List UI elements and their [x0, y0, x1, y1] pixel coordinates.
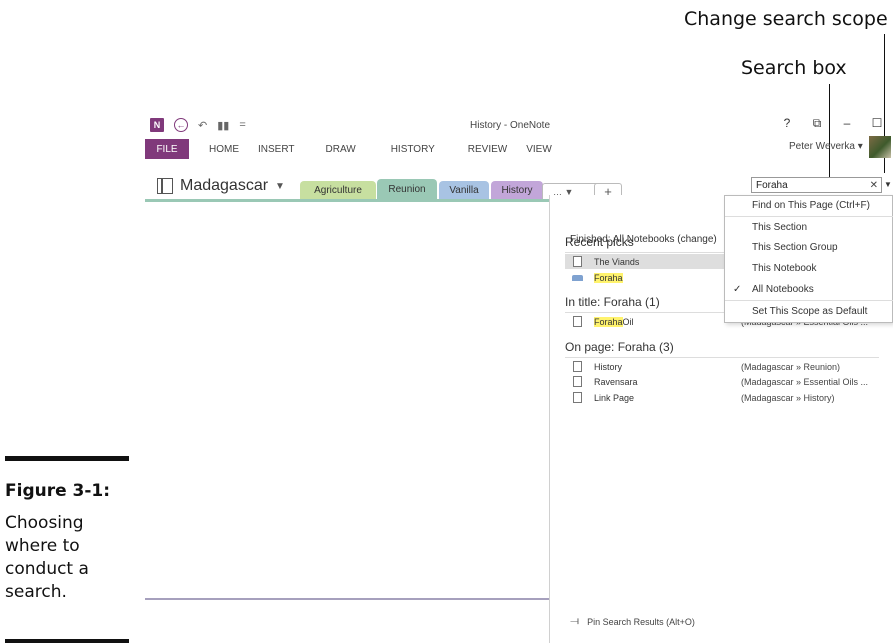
on-page-heading: On page: Foraha (3) — [565, 340, 674, 354]
menu-item-set-default-scope[interactable]: Set This Scope as Default — [752, 306, 867, 317]
callout-line-search-box — [829, 84, 830, 188]
notebook-name: Madagascar — [180, 177, 269, 194]
tab-home[interactable]: HOME — [189, 144, 254, 155]
result-title: History — [594, 361, 623, 372]
result-path: (Madagascar » Essential Oils ... — [741, 376, 869, 387]
callout-change-search-scope: Change search scope — [684, 8, 888, 30]
menu-item-this-section[interactable]: This Section — [752, 222, 807, 233]
pin-label: Pin Search Results (Alt+O) — [587, 616, 695, 627]
result-row[interactable]: Ravensara (Madagascar » Essential Oils .… — [565, 374, 879, 389]
undo-icon[interactable]: ↶ — [198, 119, 207, 132]
search-input-value: Foraha — [756, 179, 788, 191]
tab-review[interactable]: REVIEW — [450, 144, 522, 155]
customize-toolbar-icon[interactable]: = — [239, 119, 245, 131]
result-row[interactable]: History (Madagascar » Reunion) — [565, 359, 879, 374]
onenote-logo-icon: N — [150, 118, 164, 132]
menu-item-this-notebook[interactable]: This Notebook — [752, 263, 816, 274]
in-title-heading: In title: Foraha (1) — [565, 295, 660, 309]
page-top-border — [145, 199, 549, 202]
window-controls: ? ⧉ – ☐ ✕ — [780, 116, 893, 131]
tab-file[interactable]: FILE — [145, 139, 189, 159]
pin-search-results-button[interactable]: ⟞ Pin Search Results (Alt+O) — [570, 615, 695, 628]
caption-top-rule — [5, 456, 129, 461]
section-icon — [572, 274, 583, 281]
tab-draw[interactable]: DRAW — [310, 144, 371, 155]
tab-insert[interactable]: INSERT — [254, 144, 310, 155]
figure-title: Figure 3-1: — [5, 481, 111, 501]
notebook-icon — [157, 178, 173, 194]
menu-divider — [725, 216, 893, 217]
user-account[interactable]: Peter Weverka ▾ — [789, 141, 863, 152]
ribbon-tabs: FILE HOME INSERT DRAW HISTORY REVIEW VIE… — [145, 139, 567, 159]
back-icon[interactable]: ← — [174, 118, 188, 132]
result-title: Ravensara — [594, 376, 638, 387]
caption-bottom-rule — [5, 639, 129, 643]
page-icon — [573, 392, 582, 403]
page-bottom-border — [145, 598, 549, 600]
result-match: Foraha — [594, 316, 623, 327]
checkmark-icon: ✓ — [733, 284, 742, 295]
clear-search-icon[interactable]: ✕ — [870, 180, 878, 191]
callout-search-box: Search box — [741, 57, 847, 79]
maximize-icon[interactable]: ☐ — [870, 116, 884, 131]
result-row[interactable]: Link Page (Madagascar » History) — [565, 390, 879, 405]
result-path: (Madagascar » Reunion) — [741, 361, 841, 372]
notebook-dropdown[interactable]: Madagascar ▼ — [157, 177, 285, 195]
menu-item-this-section-group[interactable]: This Section Group — [752, 242, 838, 253]
page-icon — [573, 256, 582, 267]
minimize-icon[interactable]: – — [840, 116, 854, 131]
menu-item-all-notebooks[interactable]: All Notebooks — [752, 284, 814, 295]
quick-access-toolbar: N ← ↶ ▮▮ = — [150, 118, 246, 132]
recent-picks-heading: Recent picks — [565, 235, 634, 249]
window-title: History - OneNote — [470, 120, 551, 131]
search-scope-menu: Find on This Page (Ctrl+F) This Section … — [724, 195, 893, 323]
ribbon-display-icon[interactable]: ⧉ — [810, 116, 824, 131]
result-title-rest: Oil — [622, 316, 634, 327]
menu-divider — [725, 300, 893, 301]
dock-view-icon[interactable]: ▮▮ — [217, 119, 229, 132]
search-input[interactable]: Foraha ✕ — [751, 177, 882, 193]
page-icon — [573, 316, 582, 327]
result-title: Foraha — [594, 272, 623, 283]
tab-view[interactable]: VIEW — [522, 144, 567, 155]
result-title: Link Page — [594, 392, 635, 403]
menu-item-find-on-page[interactable]: Find on This Page (Ctrl+F) — [752, 200, 870, 211]
result-title: The Viands — [594, 256, 640, 267]
section-tab-vanilla[interactable]: Vanilla — [439, 181, 489, 199]
page-icon — [573, 361, 582, 372]
divider — [565, 357, 879, 358]
page-icon — [573, 376, 582, 387]
result-path: (Madagascar » History) — [741, 392, 835, 403]
avatar[interactable] — [869, 136, 891, 158]
figure-caption: Choosing where to conduct a search. — [5, 513, 89, 602]
help-icon[interactable]: ? — [780, 116, 794, 131]
chevron-down-icon: ▼ — [275, 180, 285, 192]
section-tab-history[interactable]: History — [491, 181, 543, 199]
change-scope-chevron-icon[interactable]: ▼ — [884, 180, 892, 189]
pushpin-icon: ⟞ — [570, 615, 580, 627]
section-tab-agriculture[interactable]: Agriculture — [300, 181, 376, 199]
tab-history[interactable]: HISTORY — [371, 144, 450, 155]
section-tab-reunion[interactable]: Reunion — [377, 179, 437, 199]
